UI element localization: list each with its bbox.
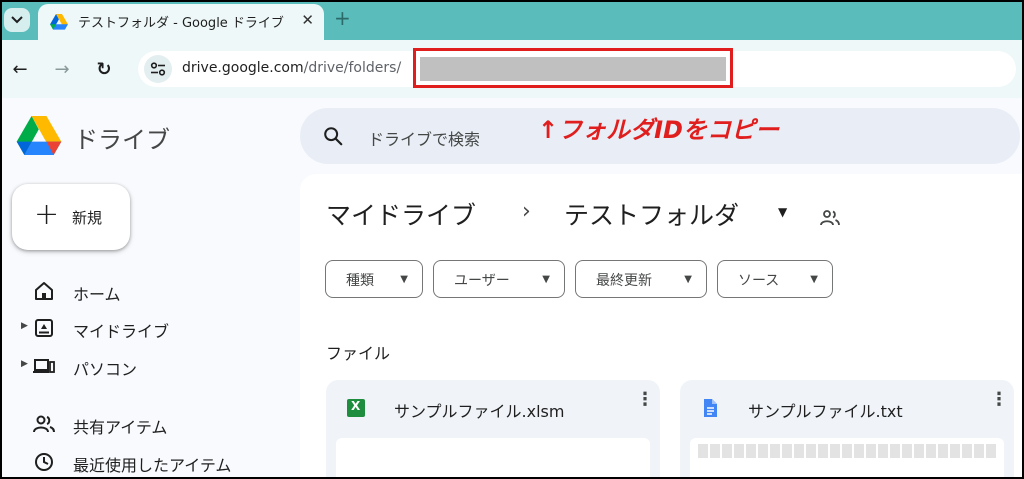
- file-preview-thumbnail[interactable]: [336, 438, 650, 479]
- google-drive-logo-icon[interactable]: [16, 116, 62, 156]
- more-vert-icon[interactable]: ⋮: [636, 391, 654, 409]
- file-preview-thumbnail[interactable]: [690, 438, 1004, 479]
- new-tab-button[interactable]: +: [334, 6, 351, 30]
- shared-icon: [33, 415, 55, 433]
- sidebar-item-my-drive[interactable]: ▶ マイドライブ: [0, 310, 280, 346]
- filter-modified[interactable]: 最終更新 ▼: [575, 260, 707, 298]
- tune-icon: [150, 62, 166, 76]
- dropdown-caret-icon: ▼: [810, 274, 818, 285]
- file-card[interactable]: サンプルファイル.txt ⋮: [680, 380, 1014, 479]
- url-text: drive.google.com/drive/folders/: [182, 60, 401, 76]
- text-preview-lines: [698, 444, 998, 458]
- plus-icon: +: [34, 197, 60, 232]
- sidebar-item-label: マイドライブ: [73, 322, 170, 341]
- filter-label: ユーザー: [454, 273, 510, 289]
- forward-button[interactable]: →: [50, 57, 74, 81]
- annotation-copy-folder-id: ↑フォルダIDをコピー: [538, 116, 779, 144]
- tab-title: テストフォルダ - Google ドライブ: [78, 16, 284, 31]
- google-drive-favicon-icon: [50, 14, 68, 30]
- site-info-button[interactable]: [144, 55, 172, 83]
- more-vert-icon[interactable]: ⋮: [990, 391, 1008, 409]
- filter-label: 最終更新: [596, 273, 652, 289]
- url-path: /drive/folders/: [303, 60, 402, 76]
- dropdown-caret-icon: ▼: [684, 274, 692, 285]
- app-name[interactable]: ドライブ: [74, 120, 170, 155]
- filter-label: 種類: [346, 273, 374, 289]
- tab-list-button[interactable]: [4, 8, 30, 32]
- file-name[interactable]: サンプルファイル.xlsm: [394, 398, 564, 422]
- url-host: drive.google.com: [182, 60, 304, 76]
- main-content: マイドライブ › テストフォルダ ▼ 種類 ▼ ユーザー ▼ 最終更新 ▼ ソー…: [300, 174, 1024, 479]
- recent-icon: [35, 453, 53, 471]
- browser-tab-active[interactable]: テストフォルダ - Google ドライブ ✕: [38, 4, 324, 40]
- dropdown-caret-icon: ▼: [542, 274, 550, 285]
- chevron-down-icon: [11, 16, 23, 24]
- browser-tab-bar: テストフォルダ - Google ドライブ ✕ +: [0, 0, 1024, 40]
- files-section-title: ファイル: [326, 344, 391, 363]
- computers-icon: [33, 359, 55, 373]
- back-button[interactable]: ←: [8, 57, 32, 81]
- my-drive-icon: [35, 319, 53, 337]
- sidebar-item-label: ホーム: [73, 285, 121, 304]
- breadcrumb-my-drive[interactable]: マイドライブ: [326, 196, 476, 232]
- dropdown-caret-icon: ▼: [400, 274, 408, 285]
- docs-icon: [704, 399, 717, 417]
- filter-type[interactable]: 種類 ▼: [325, 260, 423, 298]
- folder-menu-caret-icon[interactable]: ▼: [778, 205, 787, 219]
- filter-source[interactable]: ソース ▼: [717, 260, 833, 298]
- expand-caret-icon[interactable]: ▶: [21, 321, 28, 331]
- new-button-label: 新規: [72, 209, 103, 227]
- sidebar-item-home[interactable]: ホーム: [0, 273, 280, 309]
- sidebar-item-computers[interactable]: ▶ パソコン: [0, 348, 280, 384]
- sidebar-item-label: 共有アイテム: [73, 418, 168, 437]
- drive-app: ドライブ ドライブで検索 ↑フォルダIDをコピー + 新規 ホーム ▶ マイドラ…: [0, 98, 1024, 479]
- breadcrumb-current-folder[interactable]: テストフォルダ: [564, 196, 739, 232]
- home-icon: [35, 282, 53, 300]
- sidebar-item-label: パソコン: [73, 360, 138, 379]
- search-input[interactable]: ドライブで検索: [368, 126, 480, 150]
- expand-caret-icon[interactable]: ▶: [21, 359, 28, 369]
- sidebar-item-shared[interactable]: 共有アイテム: [0, 406, 280, 442]
- new-button[interactable]: + 新規: [12, 184, 130, 250]
- sidebar-item-label: 最近使用したアイテム: [73, 456, 232, 475]
- excel-icon-letter: X: [351, 399, 361, 413]
- file-card[interactable]: X サンプルファイル.xlsm ⋮: [326, 380, 660, 479]
- reload-button[interactable]: ↻: [92, 57, 116, 81]
- close-tab-icon[interactable]: ✕: [301, 11, 314, 29]
- filter-people[interactable]: ユーザー ▼: [433, 260, 565, 298]
- filter-label: ソース: [738, 273, 780, 289]
- folder-id-highlight-box: [413, 48, 733, 88]
- file-name[interactable]: サンプルファイル.txt: [748, 398, 903, 422]
- breadcrumb-separator: ›: [522, 199, 531, 224]
- share-people-icon[interactable]: [819, 209, 841, 227]
- sidebar-item-recent[interactable]: 最近使用したアイテム: [0, 444, 280, 479]
- search-icon[interactable]: [322, 125, 344, 147]
